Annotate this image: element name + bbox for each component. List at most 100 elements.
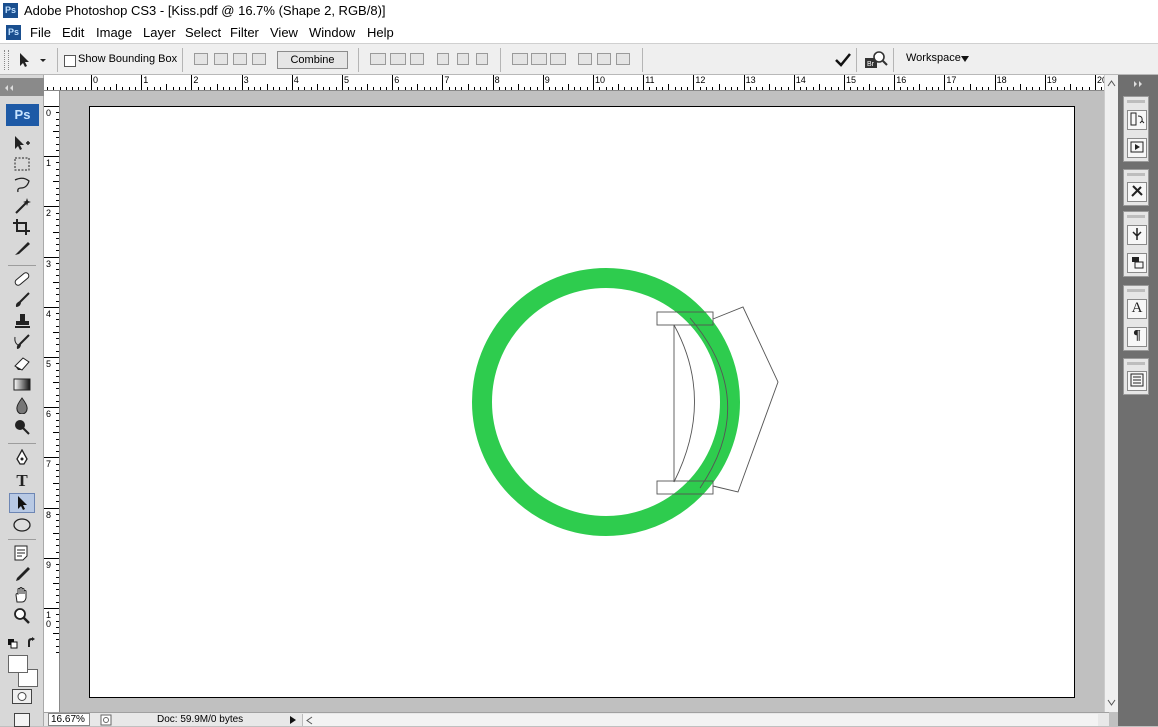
menu-select[interactable]: Select xyxy=(185,25,221,40)
distribute-right-edges-icon[interactable] xyxy=(616,53,630,65)
show-bounding-box-checkbox[interactable] xyxy=(64,55,76,67)
scroll-left-arrow-icon[interactable] xyxy=(306,716,313,725)
type-tool-icon[interactable]: T xyxy=(9,471,35,491)
zoom-level-field[interactable]: 16.67% xyxy=(48,713,90,726)
distribute-bottom-edges-icon[interactable] xyxy=(550,53,566,65)
default-colors-icon[interactable] xyxy=(8,638,18,649)
ruler-minor-tick xyxy=(938,87,940,90)
horizontal-scrollbar[interactable] xyxy=(302,714,1098,726)
lasso-tool-icon[interactable] xyxy=(9,176,35,196)
distribute-horizontal-centers-icon[interactable] xyxy=(597,53,611,65)
swap-colors-icon[interactable] xyxy=(26,637,38,649)
subtract-from-shape-area-icon[interactable] xyxy=(214,53,228,65)
menu-edit[interactable]: Edit xyxy=(62,25,84,40)
brushes-panel-icon[interactable] xyxy=(1127,225,1147,245)
document-canvas[interactable] xyxy=(89,106,1075,698)
distribute-left-edges-icon[interactable] xyxy=(578,53,592,65)
tools-panel-grip[interactable] xyxy=(0,78,44,96)
ruler-minor-tick xyxy=(398,87,400,90)
ruler-minor-tick xyxy=(56,501,59,503)
eraser-tool-icon[interactable] xyxy=(9,354,35,374)
menu-image[interactable]: Image xyxy=(96,25,132,40)
character-panel-icon[interactable]: A xyxy=(1127,299,1147,319)
layer-comps-panel-icon[interactable] xyxy=(1127,371,1147,391)
ruler-minor-tick xyxy=(335,87,337,90)
history-panel-icon[interactable] xyxy=(1127,110,1147,130)
ruler-minor-tick xyxy=(56,375,59,377)
move-tool-icon[interactable] xyxy=(9,134,35,154)
document-icon[interactable]: Ps xyxy=(6,25,21,40)
collapse-arrows-icon[interactable] xyxy=(4,84,16,92)
ruler-minor-tick xyxy=(461,87,463,90)
quick-mask-mode-icon[interactable] xyxy=(12,689,32,704)
slice-tool-icon[interactable] xyxy=(9,239,35,259)
history-brush-tool-icon[interactable] xyxy=(9,333,35,353)
blur-tool-icon[interactable] xyxy=(9,396,35,416)
hand-tool-icon[interactable] xyxy=(9,586,35,606)
ruler-minor-tick xyxy=(56,394,59,396)
bridge-browse-icon[interactable]: Br xyxy=(864,50,888,70)
document-status-icon[interactable] xyxy=(100,714,112,726)
align-bottom-edges-icon[interactable] xyxy=(410,53,424,65)
ruler-minor-tick xyxy=(354,87,356,90)
brush-tool-icon[interactable] xyxy=(9,291,35,311)
align-top-edges-icon[interactable] xyxy=(370,53,386,65)
status-menu-arrow-icon[interactable] xyxy=(289,715,297,725)
clone-stamp-tool-icon[interactable] xyxy=(9,312,35,332)
menu-view[interactable]: View xyxy=(270,25,298,40)
notes-tool-icon[interactable] xyxy=(9,544,35,564)
tool-presets-panel-icon[interactable] xyxy=(1127,182,1147,202)
menu-layer[interactable]: Layer xyxy=(143,25,176,40)
clone-source-panel-icon[interactable] xyxy=(1127,253,1147,273)
menu-window[interactable]: Window xyxy=(309,25,355,40)
add-to-shape-area-icon[interactable] xyxy=(194,53,208,65)
exclude-overlapping-shape-areas-icon[interactable] xyxy=(252,53,266,65)
marquee-tool-icon[interactable] xyxy=(9,155,35,175)
menu-filter[interactable]: Filter xyxy=(230,25,259,40)
workspace-chevron-down-icon[interactable] xyxy=(960,55,970,63)
scroll-up-arrow-icon[interactable] xyxy=(1107,80,1116,87)
align-horizontal-centers-icon[interactable] xyxy=(457,53,469,65)
scroll-down-arrow-icon[interactable] xyxy=(1107,699,1116,706)
menu-help[interactable]: Help xyxy=(367,25,394,40)
expand-panels-arrows-icon[interactable] xyxy=(1132,80,1144,88)
ruler-minor-tick xyxy=(56,250,59,252)
screen-mode-icon[interactable] xyxy=(14,713,30,727)
commit-checkmark-icon[interactable] xyxy=(834,52,852,68)
ruler-minor-tick xyxy=(203,87,205,90)
align-vertical-centers-icon[interactable] xyxy=(390,53,406,65)
ruler-major-tick xyxy=(44,457,59,459)
align-right-edges-icon[interactable] xyxy=(476,53,488,65)
path-selection-tool-icon[interactable] xyxy=(9,493,35,513)
direct-selection-arrow-icon[interactable] xyxy=(16,52,48,68)
crop-tool-icon[interactable] xyxy=(9,218,35,238)
pen-tool-icon[interactable] xyxy=(9,448,35,469)
menu-file[interactable]: File xyxy=(30,25,51,40)
zoom-tool-icon[interactable] xyxy=(9,607,35,627)
ruler-minor-tick xyxy=(1032,87,1034,90)
distribute-vertical-centers-icon[interactable] xyxy=(531,53,547,65)
paragraph-panel-icon[interactable]: ¶ xyxy=(1127,327,1147,347)
vertical-scrollbar[interactable] xyxy=(1104,75,1118,712)
actions-panel-icon[interactable] xyxy=(1127,138,1147,158)
ellipse-tool-icon[interactable] xyxy=(9,516,35,536)
healing-brush-tool-icon[interactable] xyxy=(9,270,35,290)
ruler-minor-tick xyxy=(56,369,59,371)
distribute-top-edges-icon[interactable] xyxy=(512,53,528,65)
foreground-color-swatch[interactable] xyxy=(8,655,28,673)
ruler-minor-tick xyxy=(56,595,59,597)
align-left-edges-icon[interactable] xyxy=(437,53,449,65)
workspace-menu-button[interactable]: Workspace xyxy=(906,52,961,64)
dodge-tool-icon[interactable] xyxy=(9,417,35,437)
magic-wand-tool-icon[interactable] xyxy=(9,197,35,217)
ruler-minor-tick xyxy=(599,87,601,90)
combine-button[interactable]: Combine xyxy=(277,51,348,69)
gradient-tool-icon[interactable] xyxy=(9,375,35,395)
ruler-minor-tick xyxy=(1082,87,1084,90)
ruler-minor-tick xyxy=(197,87,199,90)
ruler-minor-tick xyxy=(787,87,789,90)
eyedropper-tool-icon[interactable] xyxy=(9,565,35,585)
ruler-minor-tick xyxy=(56,620,59,622)
options-bar-grip[interactable] xyxy=(4,50,9,70)
intersect-shape-areas-icon[interactable] xyxy=(233,53,247,65)
